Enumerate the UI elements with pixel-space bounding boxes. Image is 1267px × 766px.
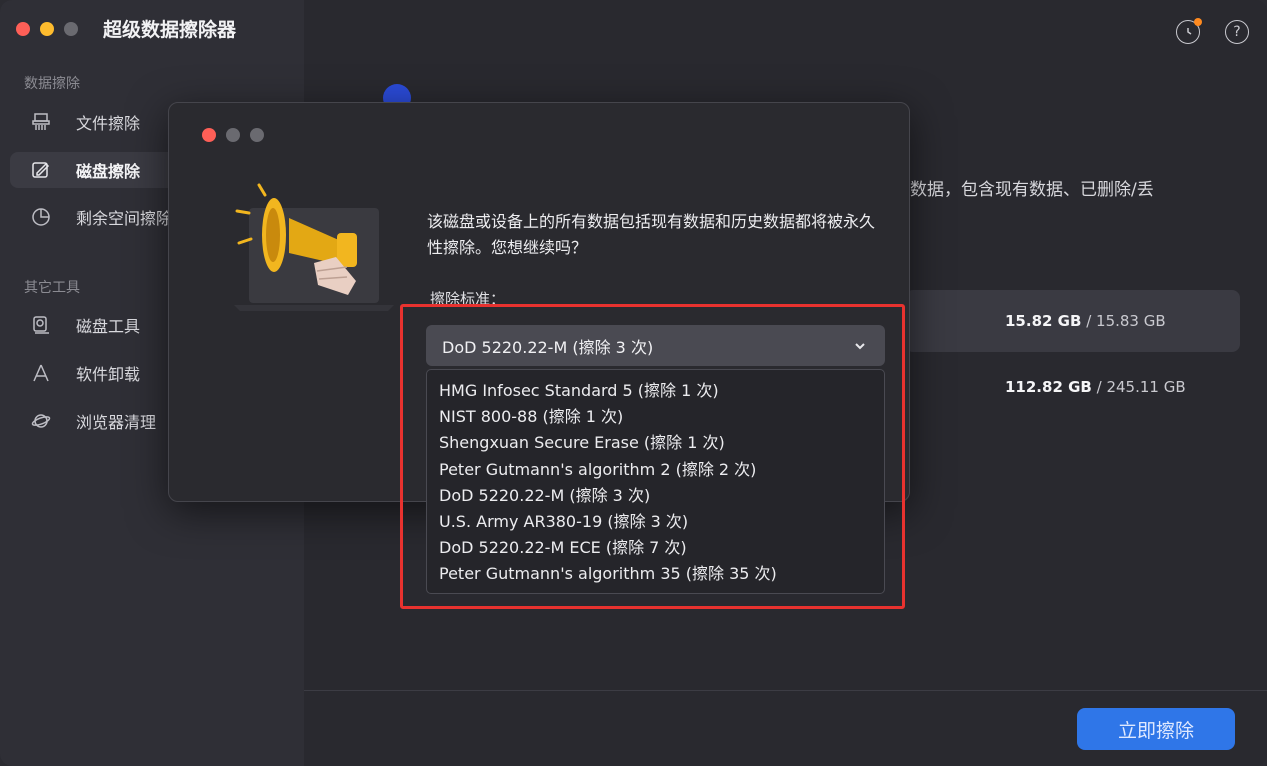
help-icon[interactable]: ?	[1225, 20, 1249, 44]
disk-used: 112.82 GB	[1005, 378, 1092, 396]
erase-standard-select[interactable]: DoD 5220.22-M (擦除 3 次)	[426, 325, 885, 366]
dropdown-option[interactable]: U.S. Army AR380-19 (擦除 3 次)	[427, 509, 884, 535]
disk-erase-icon	[30, 159, 52, 181]
dialog-window-controls	[202, 128, 264, 142]
disk-tool-icon	[30, 314, 52, 336]
disk-row[interactable]: 112.82 GB / 245.11 GB	[905, 356, 1240, 418]
selected-standard: DoD 5220.22-M (擦除 3 次)	[442, 337, 654, 357]
disk-size: 112.82 GB / 245.11 GB	[1005, 378, 1186, 396]
section-label-other-tools: 其它工具	[24, 280, 80, 296]
sidebar-item-label: 浏览器清理	[76, 413, 157, 432]
disk-row-selected[interactable]: 15.82 GB / 15.83 GB	[905, 290, 1240, 352]
browser-clean-icon	[30, 410, 52, 432]
history-icon[interactable]	[1176, 18, 1202, 44]
dropdown-option[interactable]: HMG Infosec Standard 5 (擦除 1 次)	[427, 378, 884, 404]
app-window: 超级数据擦除器 数据擦除 文件擦除 磁盘擦除 剩余空间擦除 其它工具 磁盘工具 …	[0, 0, 1267, 766]
dropdown-option[interactable]: DoD 5220.22-M ECE (擦除 7 次)	[427, 535, 884, 561]
megaphone-illustration	[234, 183, 394, 311]
sidebar-item-label: 剩余空间擦除	[76, 209, 173, 228]
notification-badge	[1194, 18, 1202, 26]
dialog-minimize-button	[226, 128, 240, 142]
disk-size: 15.82 GB / 15.83 GB	[1005, 312, 1166, 330]
shredder-icon	[30, 111, 52, 133]
erase-standard-label: 擦除标准：	[430, 290, 506, 308]
dropdown-option[interactable]: Peter Gutmann's algorithm 2 (擦除 2 次)	[427, 457, 884, 483]
dropdown-option[interactable]: Peter Gutmann's algorithm 35 (擦除 35 次)	[427, 561, 884, 587]
erase-now-button[interactable]: 立即擦除	[1077, 708, 1235, 750]
close-button[interactable]	[16, 22, 30, 36]
dropdown-option[interactable]: Shengxuan Secure Erase (擦除 1 次)	[427, 430, 884, 456]
minimize-button[interactable]	[40, 22, 54, 36]
app-title: 超级数据擦除器	[103, 19, 237, 41]
disk-total: / 245.11 GB	[1096, 378, 1186, 396]
disk-description-text: 数据，包含现有数据、已删除/丢	[910, 180, 1154, 200]
dialog-close-button[interactable]	[202, 128, 216, 142]
dropdown-option[interactable]: DoD 5220.22-M (擦除 3 次)	[427, 483, 884, 509]
pie-chart-icon	[30, 206, 52, 228]
dropdown-option[interactable]: NIST 800-88 (擦除 1 次)	[427, 404, 884, 430]
chevron-down-icon	[851, 337, 869, 355]
disk-used: 15.82 GB	[1005, 312, 1082, 330]
dialog-message: 该磁盘或设备上的所有数据包括现有数据和历史数据都将被永久性擦除。您想继续吗？	[427, 212, 876, 257]
section-label-data-erase: 数据擦除	[24, 76, 80, 92]
window-controls	[16, 22, 78, 36]
disk-total: / 15.83 GB	[1086, 312, 1166, 330]
zoom-button[interactable]	[64, 22, 78, 36]
erase-standard-dropdown: HMG Infosec Standard 5 (擦除 1 次) NIST 800…	[426, 369, 885, 594]
uninstall-icon	[30, 362, 52, 384]
dialog-zoom-button	[250, 128, 264, 142]
sidebar-item-label: 磁盘擦除	[76, 162, 141, 181]
footer-divider	[304, 690, 1267, 691]
sidebar-item-label: 磁盘工具	[76, 317, 141, 336]
sidebar-item-label: 文件擦除	[76, 114, 141, 133]
sidebar-item-label: 软件卸载	[76, 365, 141, 384]
